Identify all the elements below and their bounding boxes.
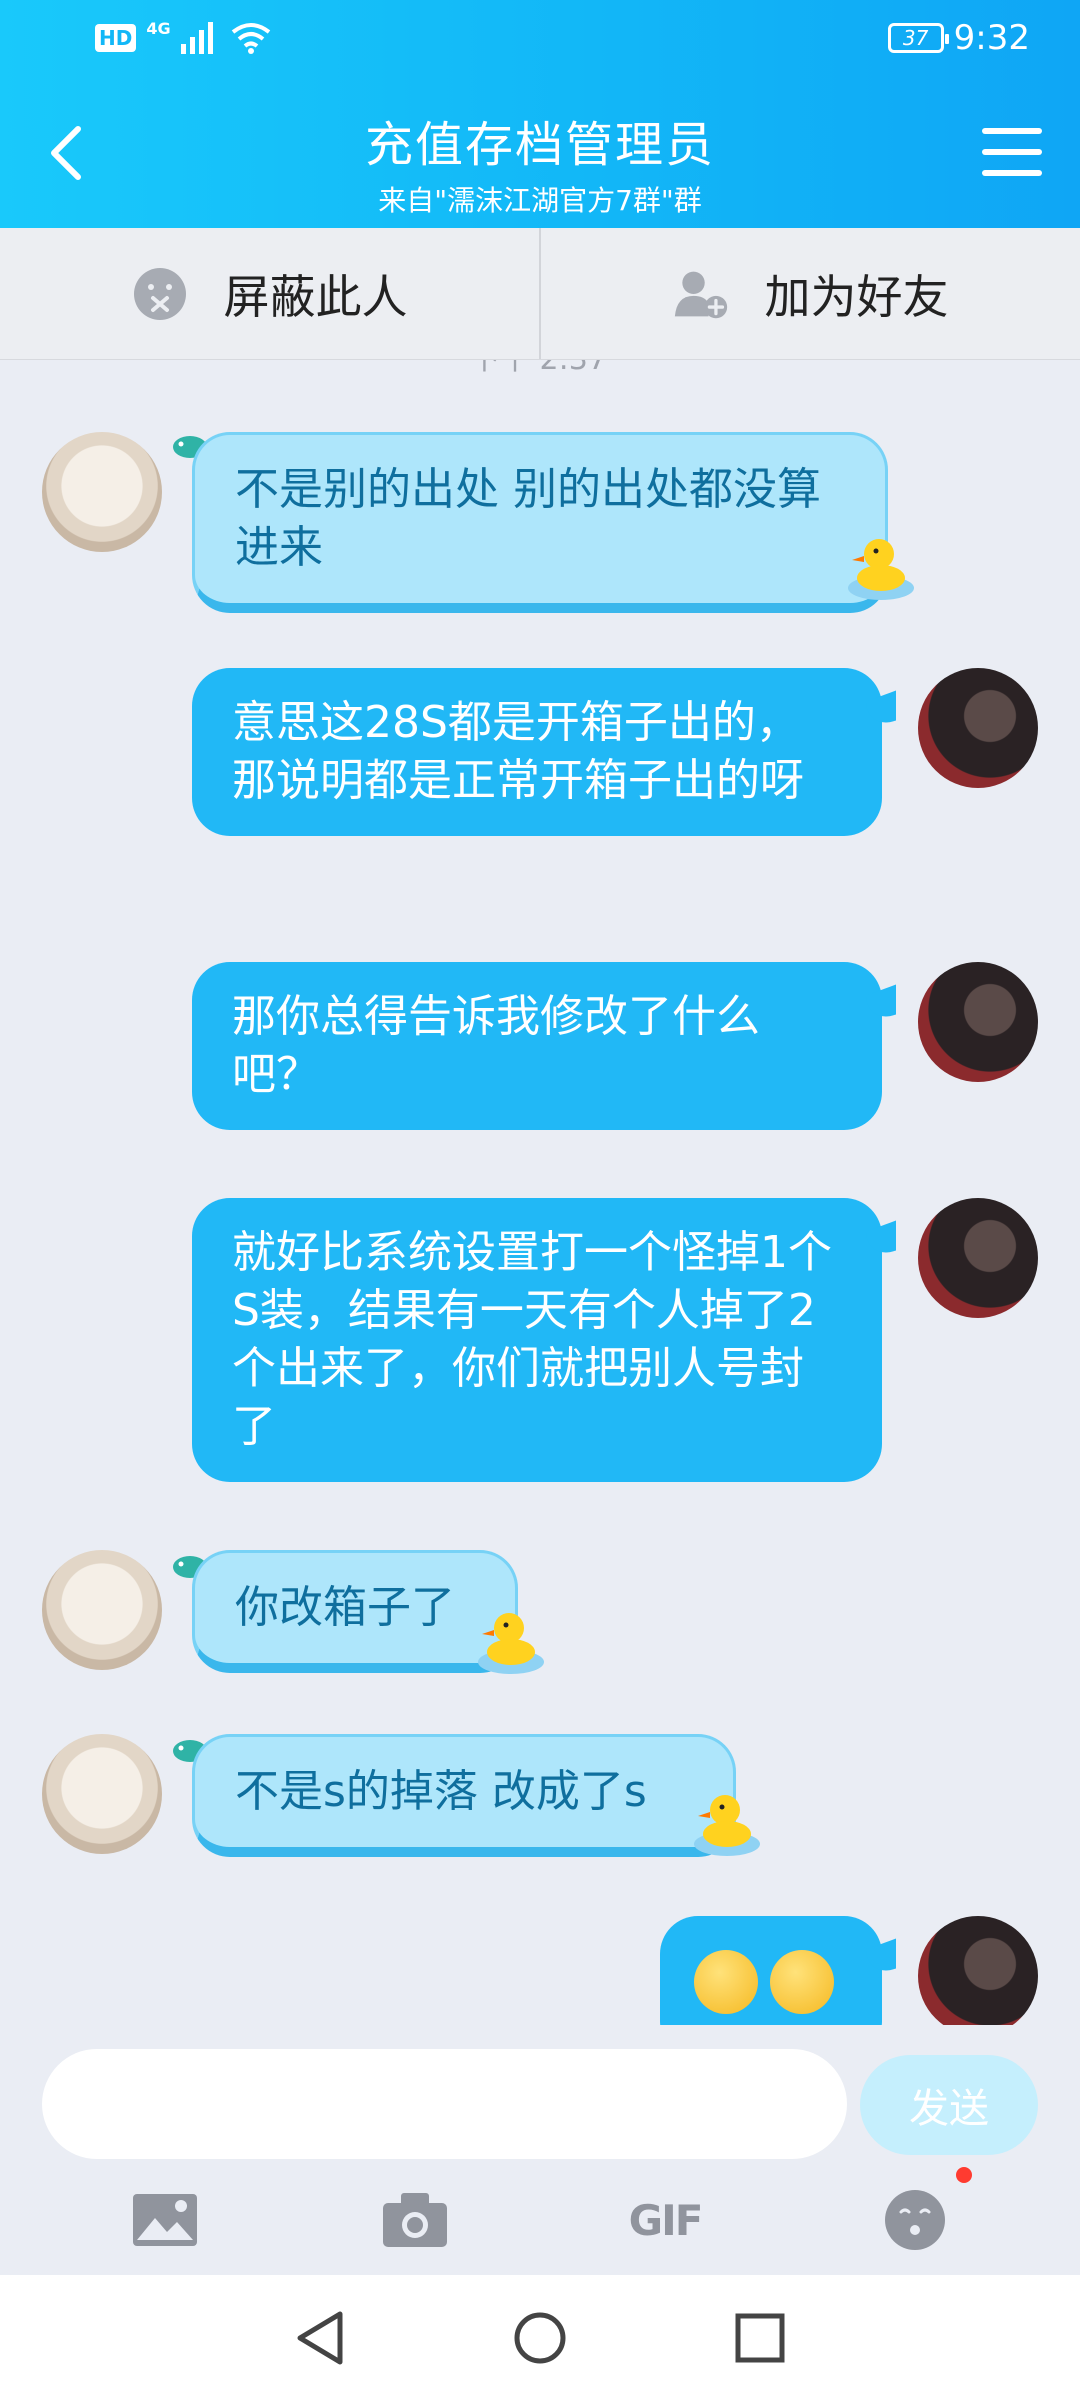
composer: 发送 xyxy=(0,2025,1080,2165)
message-text: 你改箱子了 xyxy=(235,1582,455,1633)
duck-sticker-icon xyxy=(694,1795,760,1856)
message-input[interactable] xyxy=(42,2049,847,2159)
nav-recents-button[interactable] xyxy=(730,2308,790,2368)
battery-level: 37 xyxy=(902,26,929,50)
nav-back-button[interactable] xyxy=(290,2308,350,2368)
menu-icon-bar xyxy=(982,170,1042,176)
add-friend-button[interactable]: 加为好友 xyxy=(539,228,1080,359)
camera-icon xyxy=(383,2193,447,2247)
duck-sticker-icon xyxy=(848,539,914,600)
message-bubble[interactable]: 意思这28S都是开箱子出的，那说明都是正常开箱子出的呀 xyxy=(192,668,882,836)
block-label: 屏蔽此人 xyxy=(223,269,408,324)
message-text: 意思这28S都是开箱子出的，那说明都是正常开箱子出的呀 xyxy=(232,697,804,806)
gif-icon: GIF xyxy=(628,2195,704,2245)
message-text: 不是s的掉落 改成了s xyxy=(235,1766,647,1817)
chat-messages[interactable]: 下午 2:37 不是别的出处 别的出处都没算进来 意思这28S都是开箱子出的，那… xyxy=(0,360,1080,2025)
message-bubble[interactable]: 你改箱子了 xyxy=(192,1550,518,1673)
add-friend-label: 加为好友 xyxy=(764,269,949,324)
menu-icon-bar xyxy=(982,128,1042,134)
chevron-left-icon xyxy=(51,126,81,180)
avatar[interactable] xyxy=(42,1734,162,1854)
page-subtitle: 来自"濡沫江湖官方7群"群 xyxy=(378,184,702,217)
message-timestamp: 下午 2:37 xyxy=(470,360,607,378)
message-bubble[interactable]: 那你总得告诉我修改了什么吧？ xyxy=(192,962,882,1130)
send-button[interactable]: 发送 xyxy=(860,2055,1038,2155)
signal-icon xyxy=(180,22,213,54)
emoji-face-icon xyxy=(885,2190,945,2250)
system-navigation-bar xyxy=(0,2275,1080,2400)
smirk-emoji xyxy=(694,1950,758,2014)
message-bubble[interactable]: 就好比系统设置打一个怪掉1个S装，结果有一天有个人掉了2个出来了，你们就把别人号… xyxy=(192,1198,882,1482)
block-user-button[interactable]: 屏蔽此人 xyxy=(0,228,539,359)
image-icon xyxy=(133,2194,197,2246)
duck-sticker-icon xyxy=(478,1613,544,1674)
page-title: 充值存档管理员 xyxy=(364,117,715,173)
hd-badge: HD xyxy=(95,24,137,52)
back-button[interactable] xyxy=(40,118,90,188)
circle-home-icon xyxy=(514,2312,566,2363)
avatar[interactable] xyxy=(42,432,162,552)
chat-header: HD 4G 37 9:32 充值存档管理员 来自"濡沫江湖官方7群"群 xyxy=(0,0,1080,228)
square-recents-icon xyxy=(735,2313,785,2362)
avatar[interactable] xyxy=(918,1916,1038,2025)
battery-icon: 37 xyxy=(887,23,949,53)
notification-dot xyxy=(956,2167,972,2183)
action-bar: 屏蔽此人 加为好友 xyxy=(0,228,1080,360)
message-bubble[interactable]: 不是s的掉落 改成了s xyxy=(192,1734,736,1857)
camera-button[interactable] xyxy=(380,2185,450,2255)
smirk-emoji xyxy=(770,1950,834,2014)
network-type: 4G xyxy=(146,18,171,38)
gif-button[interactable]: GIF xyxy=(628,2185,704,2255)
nav-home-button[interactable] xyxy=(510,2308,570,2368)
message-text: 就好比系统设置打一个怪掉1个S装，结果有一天有个人掉了2个出来了，你们就把别人号… xyxy=(232,1227,832,1452)
wifi-icon xyxy=(231,23,270,54)
input-toolbar: GIF xyxy=(0,2165,1080,2275)
message-text: 那你总得告诉我修改了什么吧？ xyxy=(232,991,760,1100)
menu-icon-bar xyxy=(982,149,1042,155)
add-friend-icon xyxy=(673,266,729,322)
image-button[interactable] xyxy=(130,2185,200,2255)
avatar[interactable] xyxy=(42,1550,162,1670)
clock: 9:32 xyxy=(953,18,1030,58)
message-bubble[interactable] xyxy=(660,1916,882,2025)
triangle-back-icon xyxy=(297,2311,343,2364)
status-bar: HD 4G 37 9:32 xyxy=(0,0,1080,78)
menu-button[interactable] xyxy=(982,122,1042,182)
message-bubble[interactable]: 不是别的出处 别的出处都没算进来 xyxy=(192,432,888,613)
avatar[interactable] xyxy=(918,1198,1038,1318)
avatar[interactable] xyxy=(918,962,1038,1082)
emoji-button[interactable] xyxy=(880,2167,972,2255)
message-text: 不是别的出处 别的出处都没算进来 xyxy=(235,464,821,573)
block-icon xyxy=(132,266,188,322)
avatar[interactable] xyxy=(918,668,1038,788)
